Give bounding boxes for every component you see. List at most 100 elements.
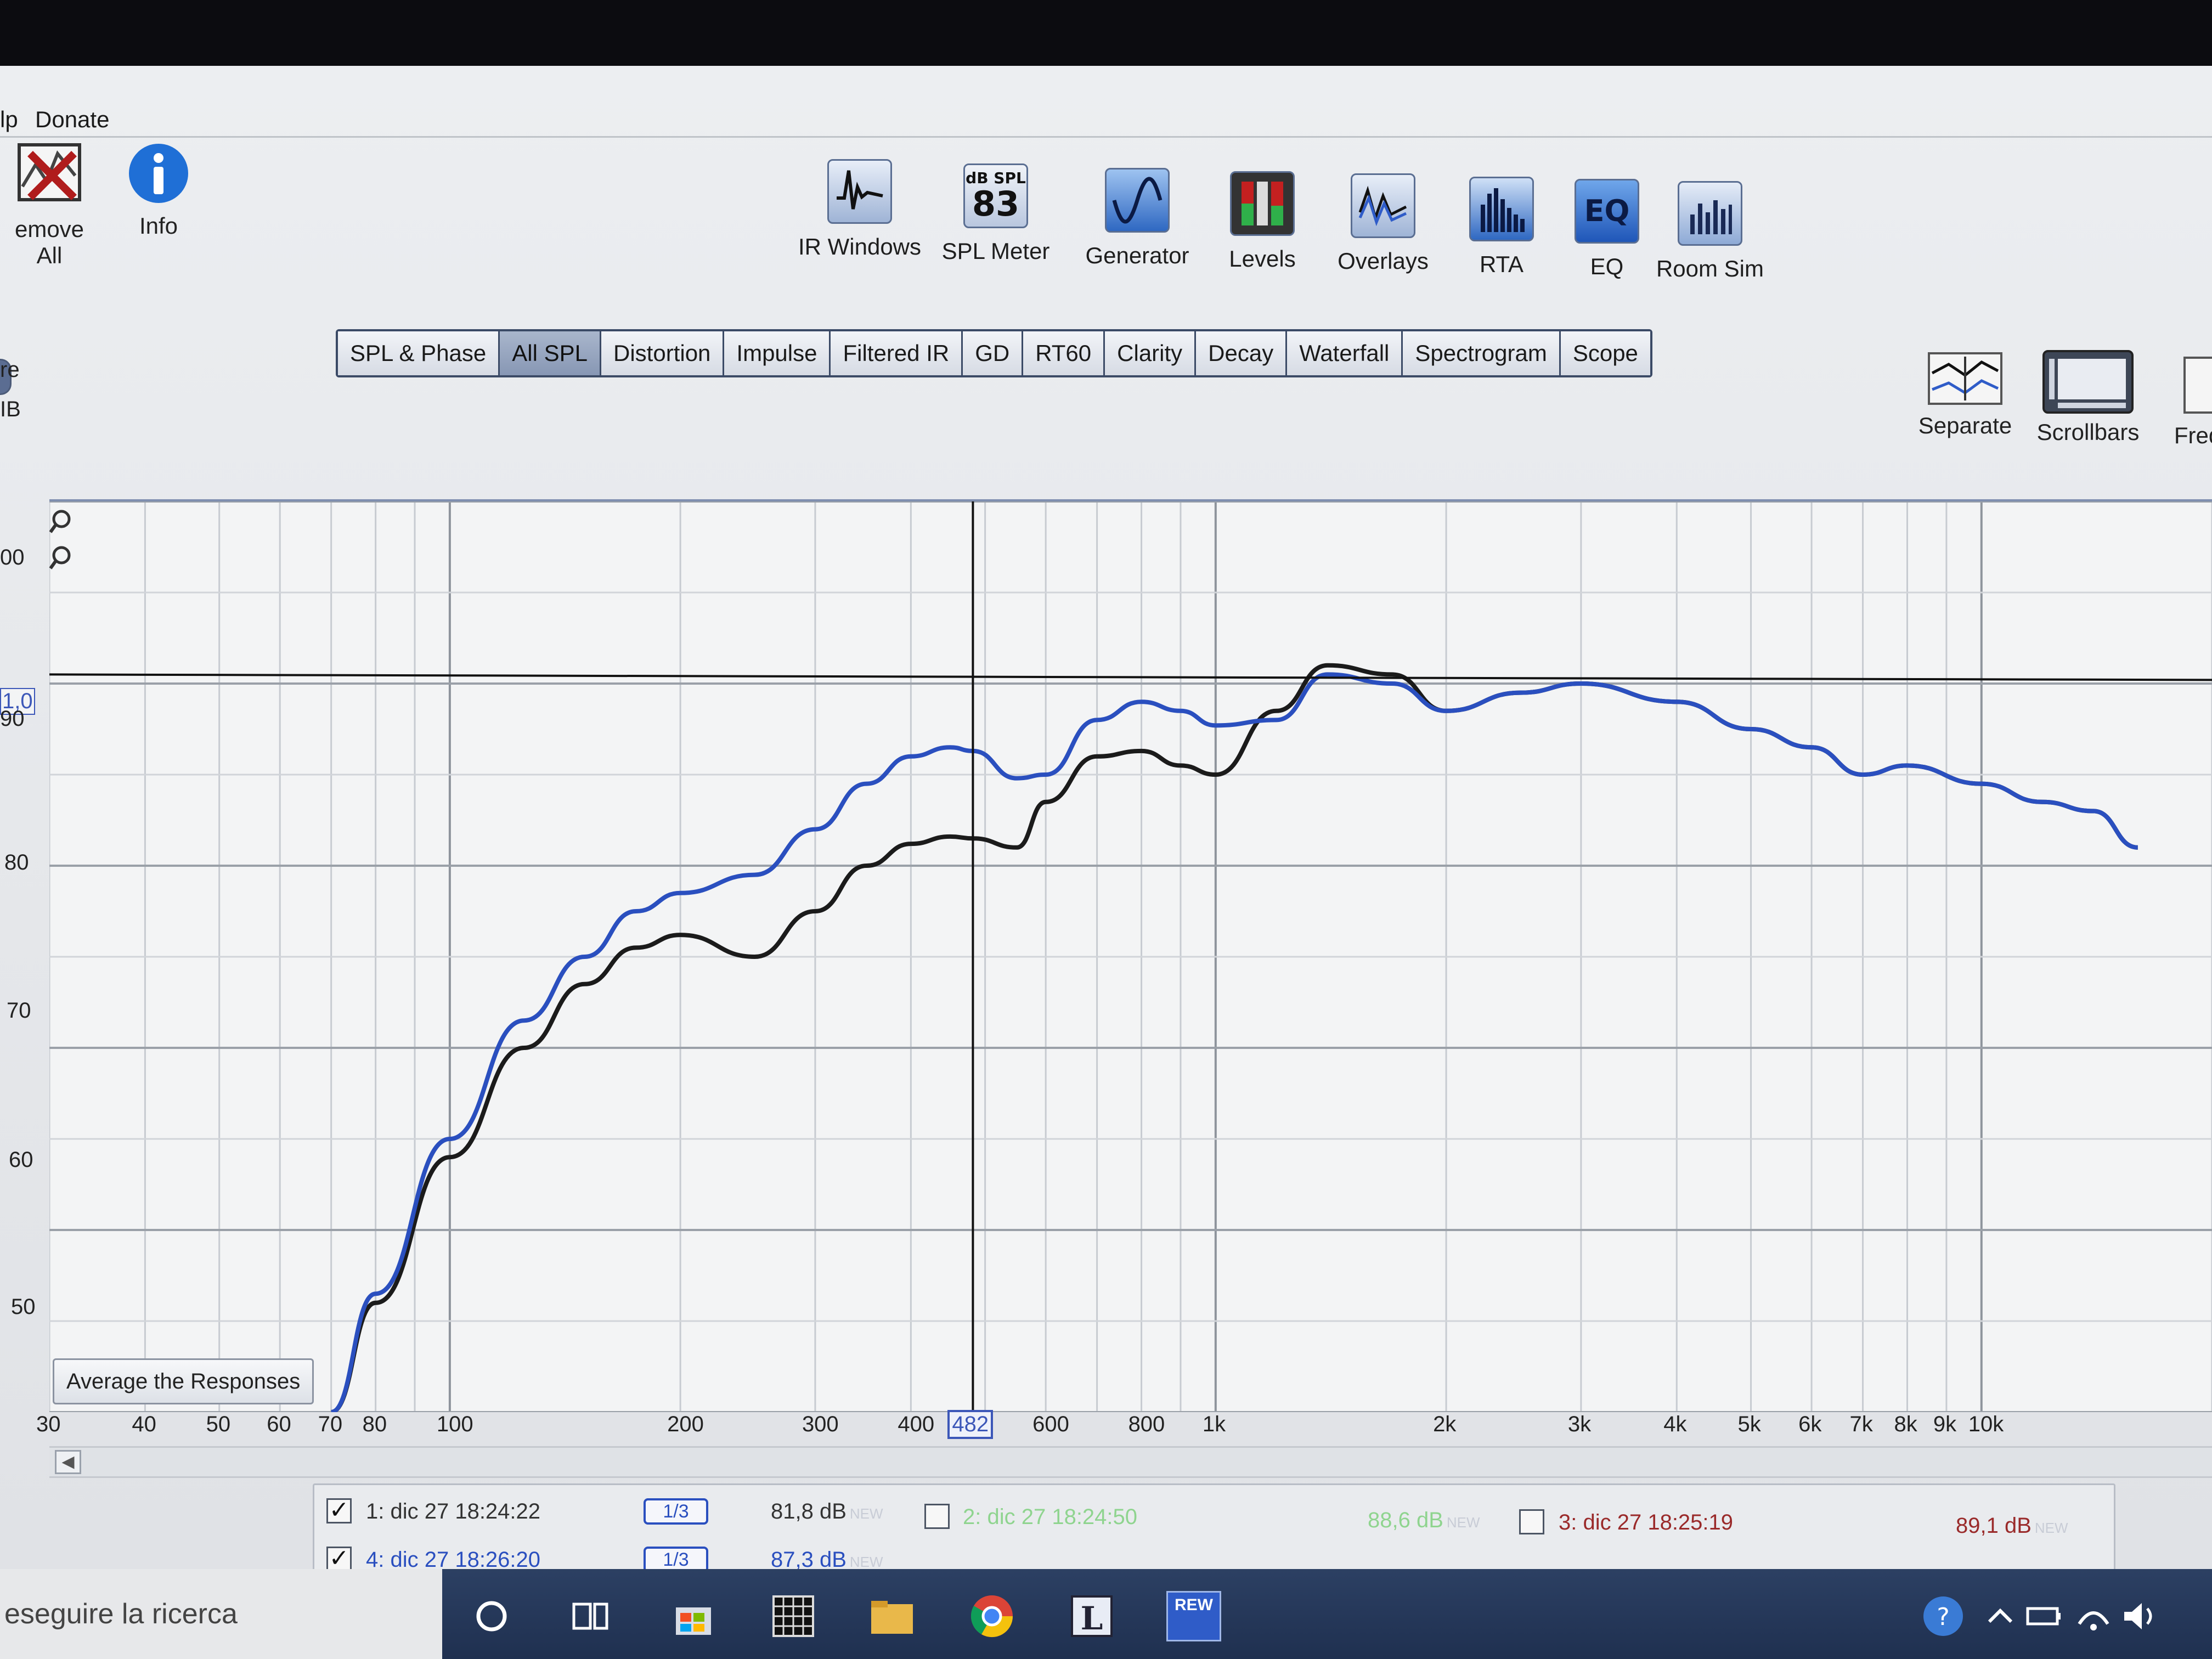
- tab-distortion[interactable]: Distortion: [601, 331, 725, 375]
- info-label: Info: [139, 213, 178, 239]
- measurement-2-checkbox[interactable]: [924, 1504, 950, 1529]
- battery-icon[interactable]: [2019, 1591, 2069, 1641]
- room-sim-button[interactable]: Room Sim: [1647, 181, 1773, 282]
- separate-button[interactable]: Separate: [1916, 351, 2015, 439]
- y-tick-70: 70: [7, 998, 31, 1023]
- taskbar-search-box[interactable]: eseguire la ricerca: [0, 1569, 442, 1659]
- zoom-in-icon[interactable]: [49, 510, 71, 533]
- freq-axis-button[interactable]: Freq: [2164, 357, 2212, 449]
- scrollbars-label: Scrollbars: [2036, 419, 2140, 445]
- generator-icon: [1105, 168, 1170, 233]
- spl-graph[interactable]: [49, 499, 2212, 1412]
- remove-all-button[interactable]: emove All: [0, 137, 99, 269]
- store-icon[interactable]: [668, 1591, 719, 1641]
- tab-scope[interactable]: Scope: [1560, 331, 1650, 375]
- x-tick-label: 40: [132, 1412, 156, 1436]
- chrome-icon[interactable]: [967, 1591, 1017, 1641]
- cursor-frequency-readout: 482: [947, 1410, 994, 1439]
- svg-text:EQ: EQ: [1584, 194, 1630, 228]
- separate-icon: [1928, 352, 2002, 405]
- scrollbars-icon: [2042, 350, 2134, 414]
- x-tick-label: 400: [898, 1412, 935, 1436]
- app-l-icon[interactable]: L: [1066, 1591, 1117, 1641]
- cortana-icon[interactable]: [466, 1591, 517, 1641]
- ir-windows-button[interactable]: IR Windows: [797, 159, 923, 260]
- rta-icon: [1469, 177, 1534, 241]
- levels-icon: [1230, 171, 1295, 236]
- horizontal-scrollbar[interactable]: ◀: [49, 1446, 2212, 1478]
- x-tick-label: 5k: [1737, 1412, 1761, 1436]
- svg-text:L: L: [1081, 1600, 1103, 1637]
- measurement-1-checkbox[interactable]: ✓: [326, 1498, 352, 1523]
- zoom-out-icon[interactable]: [49, 546, 71, 569]
- x-tick-label: 10k: [1968, 1412, 2004, 1436]
- cursor-horizontal-line[interactable]: [49, 673, 2212, 681]
- tab-rt60[interactable]: RT60: [1023, 331, 1105, 375]
- eq-icon: EQ: [1575, 179, 1639, 244]
- measurement-3-level: 89,1 dB NEW: [1956, 1514, 2068, 1538]
- ir-windows-icon: [827, 159, 892, 224]
- ir-windows-label: IR Windows: [798, 234, 922, 259]
- tray-chevron-icon[interactable]: [1975, 1591, 2025, 1641]
- tab-gd[interactable]: GD: [963, 331, 1024, 375]
- x-tick-label: 600: [1032, 1412, 1069, 1436]
- new-tag: NEW: [849, 1505, 883, 1522]
- x-tick-label: 4k: [1663, 1412, 1687, 1436]
- new-tag: NEW: [849, 1554, 883, 1570]
- spl-graph-canvas[interactable]: [49, 501, 2212, 1412]
- measurement-3-checkbox[interactable]: [1519, 1509, 1544, 1534]
- x-tick-label: 200: [667, 1412, 704, 1436]
- measurement-1-level-value: 81,8 dB: [771, 1499, 847, 1523]
- x-tick-label: 9k: [1933, 1412, 1957, 1436]
- measurement-1-smoothing[interactable]: 1/3: [644, 1498, 708, 1525]
- measurement-2-name: 2: dic 27 18:24:50: [963, 1505, 1138, 1529]
- wifi-icon[interactable]: [2068, 1591, 2119, 1641]
- freq-axis-label: Freq: [2174, 422, 2212, 448]
- menu-donate[interactable]: Donate: [35, 106, 109, 133]
- new-tag: NEW: [2034, 1520, 2068, 1536]
- overlays-button[interactable]: Overlays: [1320, 173, 1446, 274]
- tab-clarity[interactable]: Clarity: [1105, 331, 1197, 375]
- rew-taskbar-icon[interactable]: REW: [1166, 1591, 1221, 1641]
- rew-window: lp Donate emove All Info IR Windows dB S…: [0, 66, 2212, 1591]
- measurement-4-level-value: 87,3 dB: [771, 1548, 847, 1572]
- x-tick-label: 1k: [1202, 1412, 1226, 1436]
- spl-value: 83: [972, 184, 1020, 224]
- overlays-icon: [1351, 173, 1415, 238]
- x-tick-label: 100: [436, 1412, 473, 1436]
- spl-meter-button[interactable]: dB SPL 83 SPL Meter: [933, 163, 1059, 264]
- x-tick-label: 8k: [1894, 1412, 1917, 1436]
- tab-waterfall[interactable]: Waterfall: [1287, 331, 1403, 375]
- menu-help[interactable]: lp: [0, 106, 18, 133]
- tab-impulse[interactable]: Impulse: [724, 331, 831, 375]
- calculator-grid-icon[interactable]: [768, 1591, 819, 1641]
- x-tick-label: 80: [362, 1412, 387, 1436]
- average-responses-button[interactable]: Average the Responses: [53, 1358, 314, 1404]
- info-button[interactable]: Info: [117, 142, 200, 239]
- freq-axis-icon: [2183, 357, 2212, 414]
- levels-button[interactable]: Levels: [1199, 171, 1325, 272]
- overlays-label: Overlays: [1338, 248, 1429, 274]
- y-tick-90: 90: [0, 707, 25, 731]
- tab-filtered-ir[interactable]: Filtered IR: [831, 331, 963, 375]
- generator-button[interactable]: Generator: [1074, 168, 1200, 269]
- rta-label: RTA: [1479, 251, 1524, 277]
- x-tick-label: 300: [802, 1412, 839, 1436]
- tab-all-spl[interactable]: All SPL: [500, 331, 602, 375]
- scrollbars-button[interactable]: Scrollbars: [2033, 349, 2143, 445]
- help-tray-icon[interactable]: ?: [1918, 1591, 1968, 1641]
- y-tick-50: 50: [11, 1295, 36, 1319]
- new-tag: NEW: [1446, 1514, 1480, 1531]
- task-view-icon[interactable]: [565, 1591, 616, 1641]
- graph-tabs: SPL & Phase All SPL Distortion Impulse F…: [336, 329, 1652, 377]
- measurement-4-checkbox[interactable]: ✓: [326, 1547, 352, 1572]
- separate-label: Separate: [1918, 413, 2012, 438]
- side-label-db: IB: [0, 397, 21, 421]
- y-tick-80: 80: [4, 850, 29, 874]
- tab-spl-phase[interactable]: SPL & Phase: [338, 331, 500, 375]
- tab-decay[interactable]: Decay: [1196, 331, 1288, 375]
- file-explorer-icon[interactable]: [867, 1591, 917, 1641]
- volume-icon[interactable]: [2115, 1591, 2166, 1641]
- scroll-left-icon[interactable]: ◀: [55, 1450, 81, 1474]
- tab-spectrogram[interactable]: Spectrogram: [1403, 331, 1561, 375]
